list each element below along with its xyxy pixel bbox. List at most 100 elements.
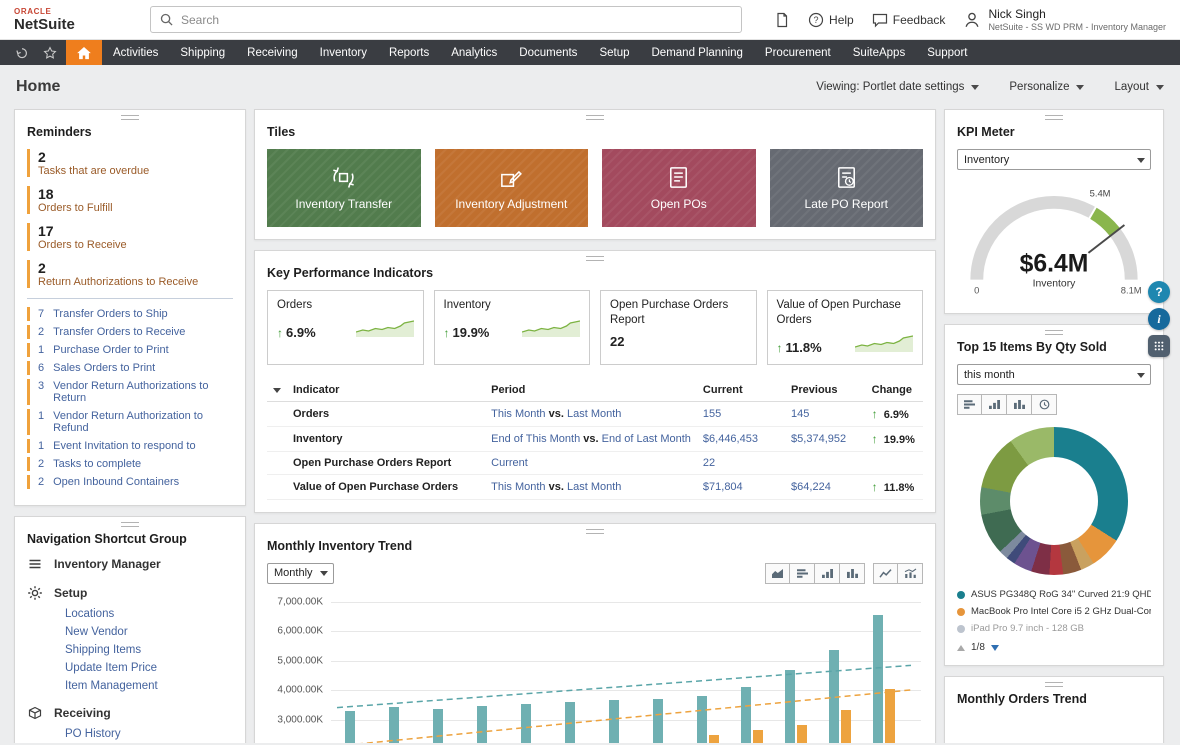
- collapse-caret-icon[interactable]: [273, 388, 281, 393]
- trend-bar-h-button[interactable]: [790, 563, 815, 584]
- trend-area-chart-button[interactable]: [765, 563, 790, 584]
- nav-item-shipping[interactable]: Shipping: [169, 40, 236, 65]
- reminder-item[interactable]: 1Event Invitation to respond to: [27, 439, 233, 453]
- floating-apps-button[interactable]: [1148, 335, 1170, 357]
- portlet-drag-handle[interactable]: [121, 522, 139, 527]
- portlet-drag-handle[interactable]: [586, 256, 604, 261]
- recent-records-button[interactable]: [8, 40, 36, 65]
- period-link[interactable]: End of This Month: [491, 433, 580, 445]
- reminder-item[interactable]: 6Sales Orders to Print: [27, 361, 233, 375]
- kpi-card-orders[interactable]: Orders↑6.9%: [267, 290, 424, 365]
- reminder-item[interactable]: 1Vendor Return Authorization to Refund: [27, 409, 233, 435]
- floating-info-button[interactable]: i: [1148, 308, 1170, 330]
- search-input[interactable]: [179, 12, 732, 28]
- nav-item-procurement[interactable]: Procurement: [754, 40, 842, 65]
- viewing-dropdown[interactable]: Viewing: Portlet date settings: [816, 81, 979, 93]
- reminder-item[interactable]: 1Purchase Order to Print: [27, 343, 233, 357]
- top-items-clock-button[interactable]: [1032, 394, 1057, 415]
- top-items-bar-asc-button[interactable]: [982, 394, 1007, 415]
- tile-late-po-report[interactable]: Late PO Report: [770, 149, 924, 227]
- global-search[interactable]: [150, 6, 742, 33]
- reminder-headline[interactable]: 18Orders to Fulfill: [27, 186, 233, 214]
- kpi-card-open-purchase-orders-report[interactable]: Open Purchase Orders Report22: [600, 290, 757, 365]
- nav-item-activities[interactable]: Activities: [102, 40, 169, 65]
- current-value-link[interactable]: $6,446,453: [703, 433, 758, 445]
- home-button[interactable]: [66, 40, 102, 65]
- reminder-item[interactable]: 2Open Inbound Containers: [27, 475, 233, 489]
- shortcut-link-update-item-price[interactable]: Update Item Price: [65, 662, 233, 674]
- portlet-drag-handle[interactable]: [1045, 330, 1063, 335]
- tile-label: Inventory Transfer: [289, 197, 398, 211]
- portlet-drag-handle[interactable]: [586, 115, 604, 120]
- period-link[interactable]: Last Month: [567, 481, 621, 493]
- shortcut-link-item-management[interactable]: Item Management: [65, 680, 233, 692]
- personalize-dropdown[interactable]: Personalize: [1009, 81, 1084, 93]
- layout-dropdown[interactable]: Layout: [1114, 81, 1164, 93]
- user-menu[interactable]: Nick Singh NetSuite - SS WD PRM - Invent…: [963, 7, 1166, 32]
- shortcut-group-header-inventory-manager[interactable]: Inventory Manager: [27, 556, 233, 572]
- reminder-headline[interactable]: 2Tasks that are overdue: [27, 149, 233, 177]
- current-value-link[interactable]: 22: [703, 457, 715, 469]
- nav-item-demand-planning[interactable]: Demand Planning: [641, 40, 754, 65]
- period-link[interactable]: Last Month: [567, 408, 621, 420]
- netsuite-logo[interactable]: ORACLE NetSuite: [14, 8, 86, 32]
- nav-item-suiteapps[interactable]: SuiteApps: [842, 40, 916, 65]
- top-items-donut-chart[interactable]: [980, 427, 1128, 575]
- tile-inventory-adjustment[interactable]: Inventory Adjustment: [435, 149, 589, 227]
- page-up-icon[interactable]: [957, 645, 965, 651]
- top-items-period-select[interactable]: this month: [957, 364, 1151, 385]
- reminder-headline[interactable]: 17Orders to Receive: [27, 223, 233, 251]
- previous-value-link[interactable]: $5,374,952: [791, 433, 846, 445]
- kpi-card-inventory[interactable]: Inventory↑19.9%: [434, 290, 591, 365]
- shortcut-link-new-vendor[interactable]: New Vendor: [65, 626, 233, 638]
- shortcuts-button[interactable]: [36, 40, 64, 65]
- current-value-link[interactable]: 155: [703, 408, 721, 420]
- portlet-drag-handle[interactable]: [1045, 682, 1063, 687]
- trend-combo-button[interactable]: [898, 563, 923, 584]
- nav-item-analytics[interactable]: Analytics: [440, 40, 508, 65]
- nav-item-support[interactable]: Support: [916, 40, 978, 65]
- trend-bar-asc-button[interactable]: [815, 563, 840, 584]
- period-link[interactable]: This Month: [491, 481, 545, 493]
- user-icon: [963, 11, 981, 29]
- previous-value-link[interactable]: $64,224: [791, 481, 831, 493]
- reminder-item[interactable]: 7Transfer Orders to Ship: [27, 307, 233, 321]
- trend-column-button[interactable]: [840, 563, 865, 584]
- nav-item-documents[interactable]: Documents: [508, 40, 588, 65]
- period-link[interactable]: This Month: [491, 408, 545, 420]
- shortcut-link-shipping-items[interactable]: Shipping Items: [65, 644, 233, 656]
- portlet-drag-handle[interactable]: [1045, 115, 1063, 120]
- nav-item-setup[interactable]: Setup: [588, 40, 640, 65]
- reminder-item[interactable]: 2Tasks to complete: [27, 457, 233, 471]
- shortcut-link-po-history[interactable]: PO History: [65, 728, 233, 740]
- current-value-link[interactable]: $71,804: [703, 481, 743, 493]
- top-items-bar-h-button[interactable]: [957, 394, 982, 415]
- nav-item-receiving[interactable]: Receiving: [236, 40, 309, 65]
- shortcut-group-header-setup[interactable]: Setup: [27, 585, 233, 601]
- previous-value-link[interactable]: 145: [791, 408, 809, 420]
- kpi-change-value: 11.8%: [786, 340, 822, 355]
- trend-period-select[interactable]: Monthly: [267, 563, 334, 584]
- trend-line-button[interactable]: [873, 563, 898, 584]
- reminder-headline[interactable]: 2Return Authorizations to Receive: [27, 260, 233, 288]
- create-new-button[interactable]: [774, 12, 790, 28]
- tile-inventory-transfer[interactable]: Inventory Transfer: [267, 149, 421, 227]
- portlet-drag-handle[interactable]: [121, 115, 139, 120]
- kpi-meter-select[interactable]: Inventory: [957, 149, 1151, 170]
- period-link[interactable]: Current: [491, 457, 528, 469]
- reminder-item[interactable]: 3Vendor Return Authorizations to Return: [27, 379, 233, 405]
- nav-item-reports[interactable]: Reports: [378, 40, 440, 65]
- page-down-icon[interactable]: [991, 645, 999, 651]
- feedback-button[interactable]: Feedback: [872, 12, 946, 28]
- shortcut-link-locations[interactable]: Locations: [65, 608, 233, 620]
- top-items-column-button[interactable]: [1007, 394, 1032, 415]
- nav-item-inventory[interactable]: Inventory: [309, 40, 378, 65]
- help-button[interactable]: ? Help: [808, 12, 854, 28]
- kpi-card-value-of-open-purchase-orders[interactable]: Value of Open Purchase Orders↑11.8%: [767, 290, 924, 365]
- period-link[interactable]: End of Last Month: [602, 433, 691, 445]
- floating-help-button[interactable]: ?: [1148, 281, 1170, 303]
- portlet-drag-handle[interactable]: [586, 529, 604, 534]
- reminder-item[interactable]: 2Transfer Orders to Receive: [27, 325, 233, 339]
- tile-open-pos[interactable]: Open POs: [602, 149, 756, 227]
- shortcut-group-header-receiving[interactable]: Receiving: [27, 705, 233, 721]
